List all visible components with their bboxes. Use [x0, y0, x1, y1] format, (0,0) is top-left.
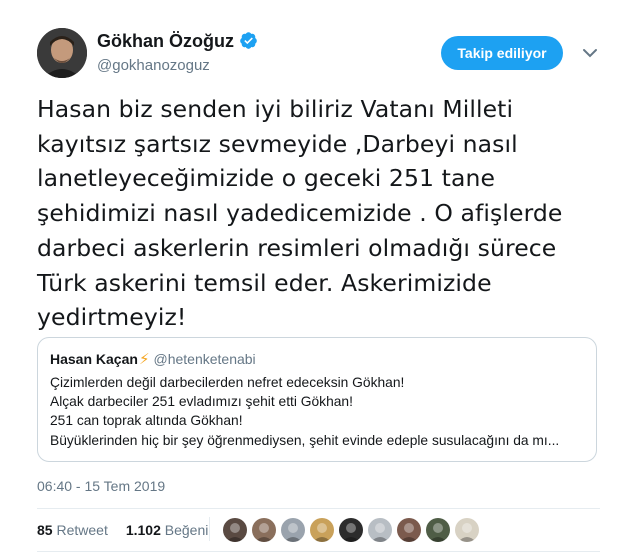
- tweet-line: yedirtmeyiz!: [37, 303, 187, 332]
- quoted-line: Çizimlerden değil darbecilerden nefret e…: [50, 375, 405, 390]
- tweet-line: Hasan biz senden iyi biliriz Vatanı Mill…: [37, 95, 514, 123]
- tweet-line: lanetleyeceğimizide o geceki 251 tane: [37, 164, 496, 193]
- liker-avatar[interactable]: [250, 516, 278, 544]
- retweet-count[interactable]: 85 Retweet: [37, 522, 108, 538]
- quoted-line: 251 can toprak altında Gökhan!: [50, 413, 243, 429]
- author-name-text: Gökhan Özoğuz: [97, 31, 234, 51]
- like-count[interactable]: 1.102 Beğeni: [126, 522, 209, 538]
- quoted-line: Büyüklerinden hiç bir şey öğrenmediysen,…: [50, 432, 560, 448]
- chevron-down-icon[interactable]: [580, 43, 600, 63]
- quoted-line: Alçak darbeciler 251 evladımızı şehit et…: [50, 394, 353, 410]
- quoted-tweet-header: Hasan Kaçan⚡ @hetenketenabi: [50, 350, 256, 368]
- author-avatar[interactable]: [37, 28, 87, 78]
- quoted-author-handle: @hetenketenabi: [153, 351, 256, 367]
- lightning-icon: ⚡: [138, 351, 150, 368]
- tweet-card: Gökhan Özoğuz @gokhanozoguz Takip ediliy…: [0, 0, 638, 553]
- author-name[interactable]: Gökhan Özoğuz: [97, 31, 258, 52]
- avatar-photo-icon: [37, 28, 87, 78]
- tweet-timestamp[interactable]: 06:40 - 15 Tem 2019: [37, 478, 165, 494]
- tweet-line: şehidimizi nasıl yadedicemizide . O afiş…: [37, 199, 563, 228]
- retweet-number: 85: [37, 522, 53, 538]
- tweet-line: Türk askerini temsil eder. Askerimizide: [37, 268, 492, 297]
- liker-avatar[interactable]: [424, 516, 452, 544]
- author-handle[interactable]: @gokhanozoguz: [97, 57, 210, 74]
- liker-avatar[interactable]: [453, 516, 481, 544]
- tweet-text: Hasan biz senden iyi biliriz Vatanı Mill…: [37, 92, 597, 335]
- verified-badge-icon: [240, 32, 257, 49]
- quoted-author-name: Hasan Kaçan: [50, 351, 138, 367]
- like-label: Beğeni: [164, 522, 209, 538]
- divider: [37, 551, 600, 552]
- divider: [37, 508, 600, 509]
- tweet-stats: 85 Retweet 1.102 Beğeni: [37, 522, 226, 538]
- liker-avatar[interactable]: [221, 516, 249, 544]
- tweet-line: darbeci askerlerin resimleri olmadığı sü…: [37, 233, 557, 262]
- liker-avatar[interactable]: [279, 516, 307, 544]
- like-number: 1.102: [125, 522, 161, 538]
- liker-avatar[interactable]: [337, 516, 365, 544]
- divider: [209, 517, 210, 541]
- quoted-tweet-text: Çizimlerden değil darbecilerden nefret e…: [50, 373, 585, 450]
- tweet-line: kayıtsız şartsız sevmeyide ,Darbeyi nası…: [37, 129, 518, 158]
- following-button[interactable]: Takip ediliyor: [441, 36, 563, 70]
- liker-avatar[interactable]: [366, 516, 394, 544]
- quoted-tweet[interactable]: Hasan Kaçan⚡ @hetenketenabi Çizimlerden d…: [37, 337, 597, 462]
- retweet-label: Retweet: [56, 522, 108, 538]
- liker-avatar[interactable]: [395, 516, 423, 544]
- liker-avatar[interactable]: [308, 516, 336, 544]
